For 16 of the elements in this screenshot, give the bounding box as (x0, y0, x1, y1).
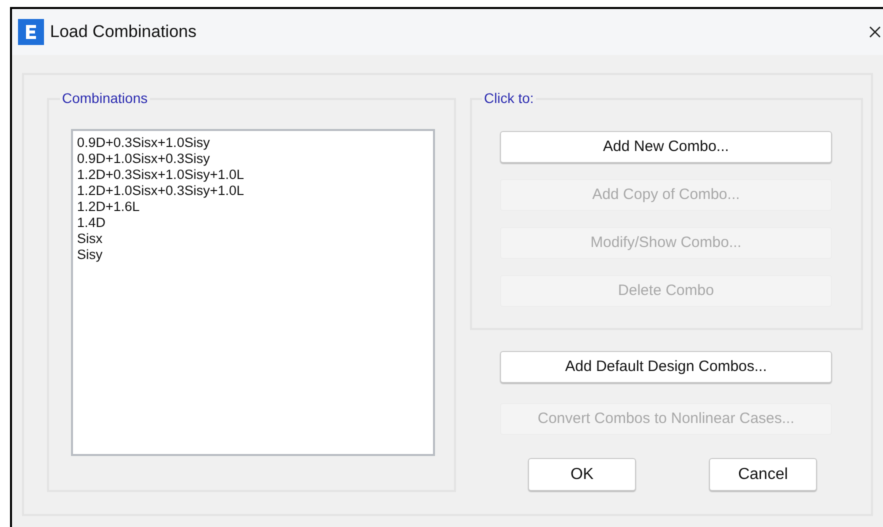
dialog-button[interactable]: Cancel (709, 458, 817, 491)
window-title: Load Combinations (50, 21, 196, 44)
combinations-list[interactable]: 0.9D+0.3Sisx+1.0Sisy 0.9D+1.0Sisx+0.3Sisy 1.2D+0.3Sisx+1.0Sisy+1.0L 1.2D+1.0Sisx+0.3Sisy+1.0L 1.2D+1.6L 1.4D Sisx Sisy (71, 129, 435, 456)
action-button[interactable]: Add New Combo... (500, 131, 832, 163)
list-item[interactable]: 1.4D (77, 215, 106, 231)
close-icon[interactable] (869, 26, 881, 38)
app-logo-icon (18, 19, 44, 45)
list-item[interactable]: 0.9D+0.3Sisx+1.0Sisy (77, 135, 210, 151)
list-item[interactable]: 1.2D+1.6L (77, 199, 140, 215)
list-item[interactable]: Sisy (77, 247, 103, 263)
list-item[interactable]: Sisx (77, 231, 103, 247)
dialog-button[interactable]: OK (528, 458, 636, 491)
list-item[interactable]: 1.2D+0.3Sisx+1.0Sisy+1.0L (77, 167, 244, 183)
list-item[interactable]: 0.9D+1.0Sisx+0.3Sisy (77, 151, 210, 167)
list-item[interactable]: 1.2D+1.0Sisx+0.3Sisy+1.0L (77, 183, 244, 199)
action-button[interactable]: Add Default Design Combos... (500, 351, 832, 383)
